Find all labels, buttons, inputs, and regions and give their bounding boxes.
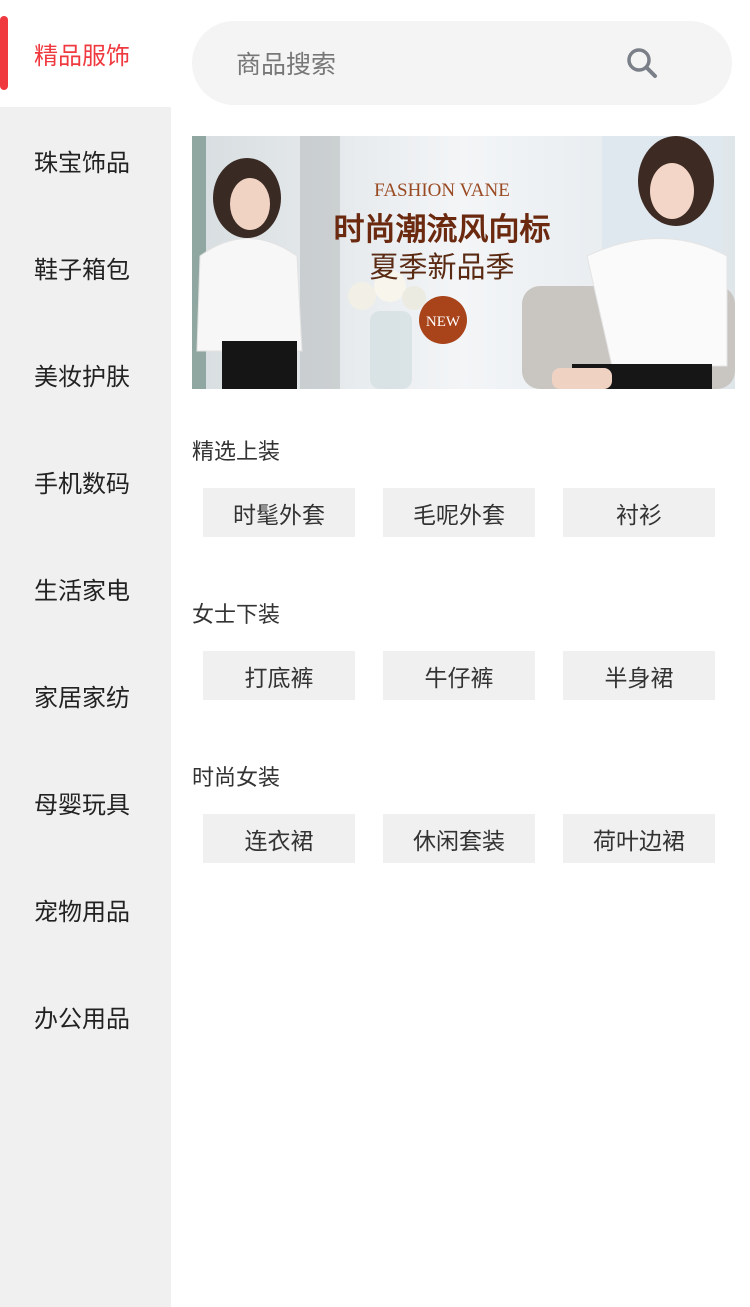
sidebar-item-label: 母婴玩具 [34, 791, 130, 819]
banner-image: FASHION VANE 时尚潮流风向标 夏季新品季 NEW [192, 136, 735, 389]
banner-headline: 时尚潮流风向标 [334, 212, 551, 248]
active-indicator [0, 16, 8, 90]
sidebar-item-jewelry[interactable]: 珠宝饰品 [0, 107, 171, 214]
sidebar-item-office[interactable]: 办公用品 [0, 963, 171, 1070]
category-sidebar: 精品服饰 珠宝饰品 鞋子箱包 美妆护肤 手机数码 生活家电 家居家纺 母婴玩具 … [0, 0, 171, 1307]
sidebar-item-label: 宠物用品 [34, 898, 130, 926]
search-input[interactable]: 商品搜索 [236, 45, 622, 81]
tag-item[interactable]: 时髦外套 [203, 488, 355, 537]
sidebar-item-home-textiles[interactable]: 家居家纺 [0, 642, 171, 749]
tag-item[interactable]: 休闲套装 [383, 814, 535, 863]
sidebar-item-label: 美妆护肤 [34, 363, 130, 391]
tag-item[interactable]: 衬衫 [563, 488, 715, 537]
tag-item[interactable]: 半身裙 [563, 651, 715, 700]
sidebar-item-label: 精品服饰 [34, 42, 130, 70]
sidebar-item-shoes-bags[interactable]: 鞋子箱包 [0, 214, 171, 321]
sidebar-item-baby-toys[interactable]: 母婴玩具 [0, 749, 171, 856]
sidebar-item-label: 办公用品 [34, 1005, 130, 1033]
section-title: 女士下装 [192, 603, 281, 628]
search-icon[interactable] [622, 43, 662, 83]
tag-item[interactable]: 毛呢外套 [383, 488, 535, 537]
banner-brand: FASHION VANE [374, 180, 510, 201]
sidebar-item-beauty[interactable]: 美妆护肤 [0, 321, 171, 428]
tag-item[interactable]: 牛仔裤 [383, 651, 535, 700]
sidebar-item-label: 鞋子箱包 [34, 256, 130, 284]
tag-item[interactable]: 打底裤 [203, 651, 355, 700]
sidebar-item-appliances[interactable]: 生活家电 [0, 535, 171, 642]
tag-item[interactable]: 荷叶边裙 [563, 814, 715, 863]
section-title: 时尚女装 [192, 766, 281, 791]
sidebar-item-label: 家居家纺 [34, 684, 130, 712]
sidebar-item-label: 珠宝饰品 [34, 149, 130, 177]
sidebar-item-digital[interactable]: 手机数码 [0, 428, 171, 535]
promo-banner[interactable]: FASHION VANE 时尚潮流风向标 夏季新品季 NEW [192, 136, 735, 389]
banner-badge: NEW [426, 314, 461, 330]
sidebar-item-jewelry-clothing[interactable]: 精品服饰 [0, 0, 171, 107]
section-title: 精选上装 [192, 440, 281, 465]
sidebar-item-label: 生活家电 [34, 577, 130, 605]
tag-item[interactable]: 连衣裙 [203, 814, 355, 863]
sidebar-item-pet[interactable]: 宠物用品 [0, 856, 171, 963]
banner-subline: 夏季新品季 [369, 250, 514, 284]
sidebar-item-label: 手机数码 [34, 470, 130, 498]
search-bar[interactable]: 商品搜索 [192, 21, 732, 105]
